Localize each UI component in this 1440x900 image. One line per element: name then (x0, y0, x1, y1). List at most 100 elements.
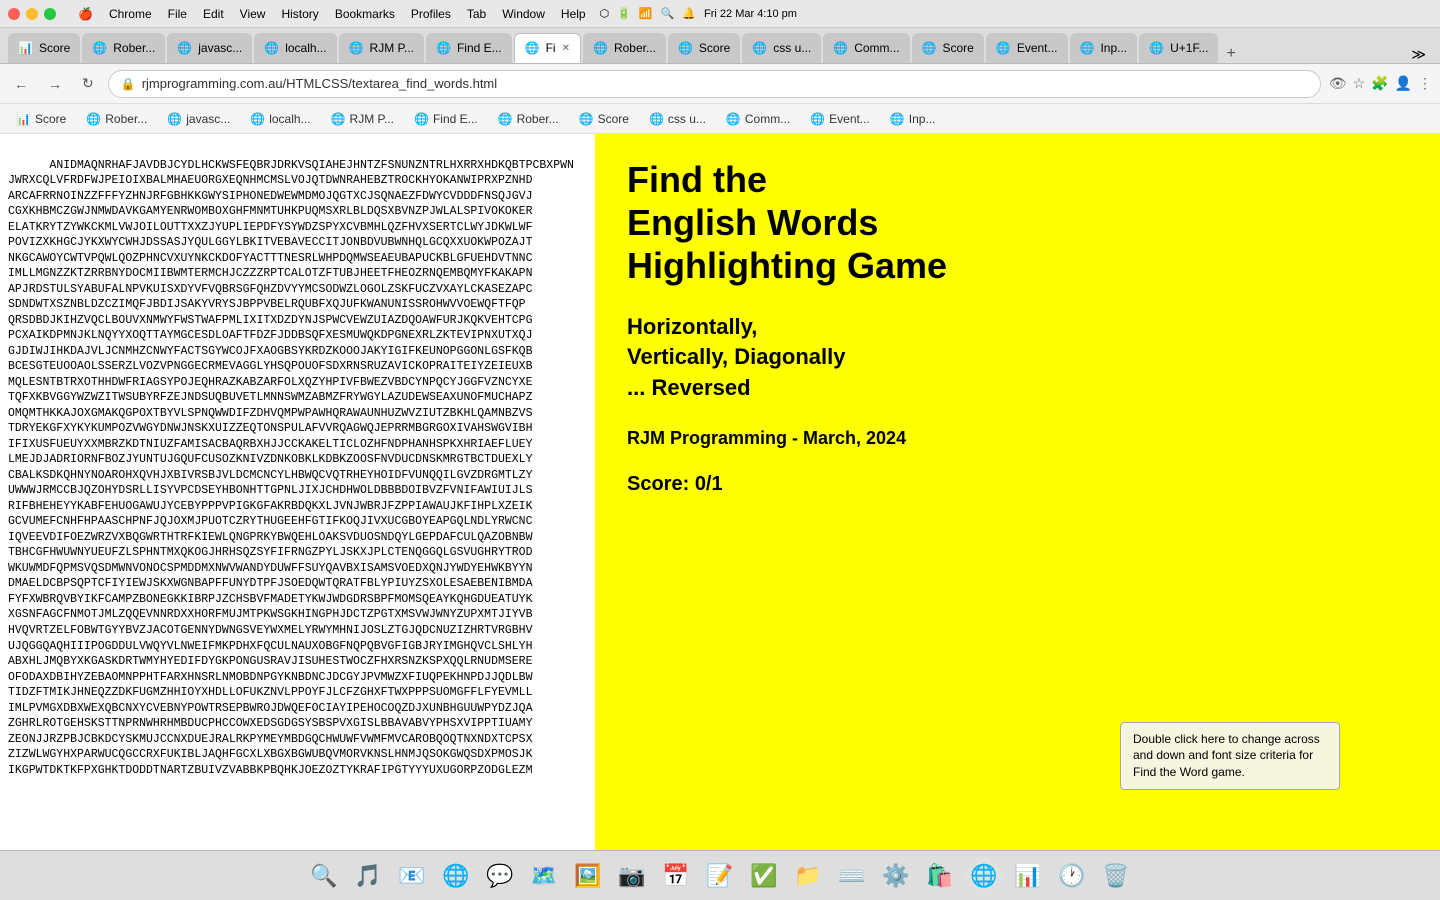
bookmark-star-icon[interactable]: ☆ (1353, 75, 1366, 92)
menu-file[interactable]: File (160, 5, 195, 23)
dock-icon-appstore[interactable]: 🛍️ (921, 857, 959, 895)
tab-label: Find E... (457, 41, 502, 55)
bookmark-icon: 🌐 (579, 112, 594, 126)
tab-label: Comm... (854, 41, 899, 55)
new-tab-button[interactable]: + (1220, 45, 1241, 63)
bookmark-rober2[interactable]: 🌐 Rober... (490, 110, 567, 128)
menu-edit[interactable]: Edit (195, 5, 232, 23)
dock-icon-22[interactable]: 📊 (1009, 857, 1047, 895)
game-subtitle: Horizontally, Vertically, Diagonally ...… (627, 312, 1408, 404)
dock-icon-settings[interactable]: ⚙️ (877, 857, 915, 895)
tab-score3[interactable]: 🌐 Score (912, 33, 984, 63)
menu-help[interactable]: Help (553, 5, 594, 23)
tab-cssu[interactable]: 🌐 css u... (742, 33, 821, 63)
dock-icon-calendar[interactable]: 📅 (657, 857, 695, 895)
tab-label: RJM P... (370, 41, 414, 55)
status-bar: ⬡ 🔋 📶 🔍 🔔 Fri 22 Mar 4:10 pm (600, 7, 797, 20)
word-grid-panel[interactable]: ANIDMAQNRHAFJAVDBJCYDLHCKWSFEQBRJDRKVSQI… (0, 134, 595, 850)
tab-label: Rober... (113, 41, 155, 55)
dock-icon-reminders[interactable]: ✅ (745, 857, 783, 895)
tab-label: Rober... (614, 41, 656, 55)
dock-icon-messages[interactable]: 💬 (481, 857, 519, 895)
tab-rober2[interactable]: 🌐 Rober... (583, 33, 666, 63)
page-wrapper: 🍎 Chrome File Edit View History Bookmark… (0, 0, 1440, 850)
dock-icon-notes[interactable]: 📝 (701, 857, 739, 895)
tab-favicon: 🌐 (177, 41, 192, 55)
tab-inp[interactable]: 🌐 Inp... (1070, 33, 1138, 63)
tab-menu-icon[interactable]: ≫ (1405, 46, 1432, 63)
menu-view[interactable]: View (232, 5, 274, 23)
close-button[interactable] (8, 8, 20, 20)
minimize-button[interactable] (26, 8, 38, 20)
battery-icon: 🔋 (617, 7, 631, 20)
bookmark-comm[interactable]: 🌐 Comm... (718, 110, 798, 128)
bookmark-localh[interactable]: 🌐 localh... (242, 110, 318, 128)
reader-mode-icon[interactable]: 👁 (1329, 75, 1347, 92)
menu-tab[interactable]: Tab (459, 5, 494, 23)
bookmark-score2[interactable]: 🌐 Score (571, 110, 637, 128)
dock-icon-photos[interactable]: 🖼️ (569, 857, 607, 895)
menu-chrome-label[interactable]: Chrome (101, 5, 160, 23)
url-text[interactable]: rjmprogramming.com.au/HTMLCSS/textarea_f… (142, 76, 497, 91)
bookmark-rober[interactable]: 🌐 Rober... (78, 110, 155, 128)
game-subtitle-line1: Horizontally, (627, 312, 1408, 343)
dock-icon-music[interactable]: 🎵 (349, 857, 387, 895)
bookmark-event[interactable]: 🌐 Event... (802, 110, 878, 128)
tab-label: Score (943, 41, 974, 55)
bookmark-score[interactable]: 📊 Score (8, 110, 74, 128)
dock-icon-safari[interactable]: 🌐 (437, 857, 475, 895)
game-score: Score: 0/1 (627, 473, 1408, 496)
tab-u1f[interactable]: 🌐 U+1F... (1139, 33, 1218, 63)
address-bar-icons: 👁 ☆ 🧩 👤 ⋮ (1329, 75, 1432, 92)
tab-favicon: 🌐 (678, 41, 693, 55)
tab-close-icon[interactable]: ✕ (562, 43, 570, 54)
tab-score-1[interactable]: 📊 Score (8, 33, 80, 63)
dock-icon-clock[interactable]: 🕐 (1053, 857, 1091, 895)
menu-chrome[interactable]: 🍎 (70, 5, 101, 23)
tooltip-box[interactable]: Double click here to change across and d… (1120, 722, 1340, 790)
dock-icon-mail[interactable]: 📧 (393, 857, 431, 895)
tab-label: javasc... (198, 41, 242, 55)
tab-finde[interactable]: 🌐 Find E... (426, 33, 512, 63)
tab-favicon: 🌐 (996, 41, 1011, 55)
tab-event[interactable]: 🌐 Event... (986, 33, 1068, 63)
tab-label: Score (39, 41, 70, 55)
tab-rober[interactable]: 🌐 Rober... (82, 33, 165, 63)
menu-bar: 🍎 Chrome File Edit View History Bookmark… (70, 5, 594, 23)
bookmark-inp[interactable]: 🌐 Inp... (882, 110, 944, 128)
forward-button[interactable]: → (42, 72, 68, 96)
bookmark-finde[interactable]: 🌐 Find E... (406, 110, 486, 128)
dock-icon-terminal[interactable]: ⌨️ (833, 857, 871, 895)
bookmarks-bar: 📊 Score 🌐 Rober... 🌐 javasc... 🌐 localh.… (0, 104, 1440, 134)
bookmark-css[interactable]: 🌐 css u... (641, 110, 714, 128)
bookmark-rjmp[interactable]: 🌐 RJM P... (323, 110, 402, 128)
chrome-menu-icon[interactable]: ⋮ (1418, 75, 1432, 92)
maximize-button[interactable] (44, 8, 56, 20)
dock-icon-chrome[interactable]: 🌐 (965, 857, 1003, 895)
bookmark-icon: 🌐 (250, 112, 265, 126)
extensions-icon[interactable]: 🧩 (1371, 75, 1388, 92)
dock-icon-files[interactable]: 📁 (789, 857, 827, 895)
bookmark-icon: 🌐 (810, 112, 825, 126)
back-button[interactable]: ← (8, 72, 34, 96)
dock-icon-facetime[interactable]: 📷 (613, 857, 651, 895)
tab-localh[interactable]: 🌐 localh... (254, 33, 336, 63)
menu-window[interactable]: Window (494, 5, 553, 23)
tab-javasc[interactable]: 🌐 javasc... (167, 33, 252, 63)
tab-fi-active[interactable]: 🌐 Fi ✕ (514, 33, 581, 63)
tab-comm[interactable]: 🌐 Comm... (823, 33, 909, 63)
dock-icon-maps[interactable]: 🗺️ (525, 857, 563, 895)
bookmark-javasc[interactable]: 🌐 javasc... (159, 110, 238, 128)
bluetooth-icon: ⬡ (600, 7, 610, 20)
bookmark-icon: 🌐 (414, 112, 429, 126)
menu-bookmarks[interactable]: Bookmarks (327, 5, 403, 23)
menu-profiles[interactable]: Profiles (403, 5, 459, 23)
reload-button[interactable]: ↻ (76, 71, 100, 96)
tab-score2[interactable]: 🌐 Score (668, 33, 740, 63)
address-input[interactable]: 🔒 rjmprogramming.com.au/HTMLCSS/textarea… (108, 70, 1321, 98)
menu-history[interactable]: History (273, 5, 326, 23)
tab-rjmp[interactable]: 🌐 RJM P... (339, 33, 424, 63)
dock-icon-finder[interactable]: 🔍 (305, 857, 343, 895)
user-profile-icon[interactable]: 👤 (1395, 75, 1412, 92)
dock-icon-trash[interactable]: 🗑️ (1097, 857, 1135, 895)
